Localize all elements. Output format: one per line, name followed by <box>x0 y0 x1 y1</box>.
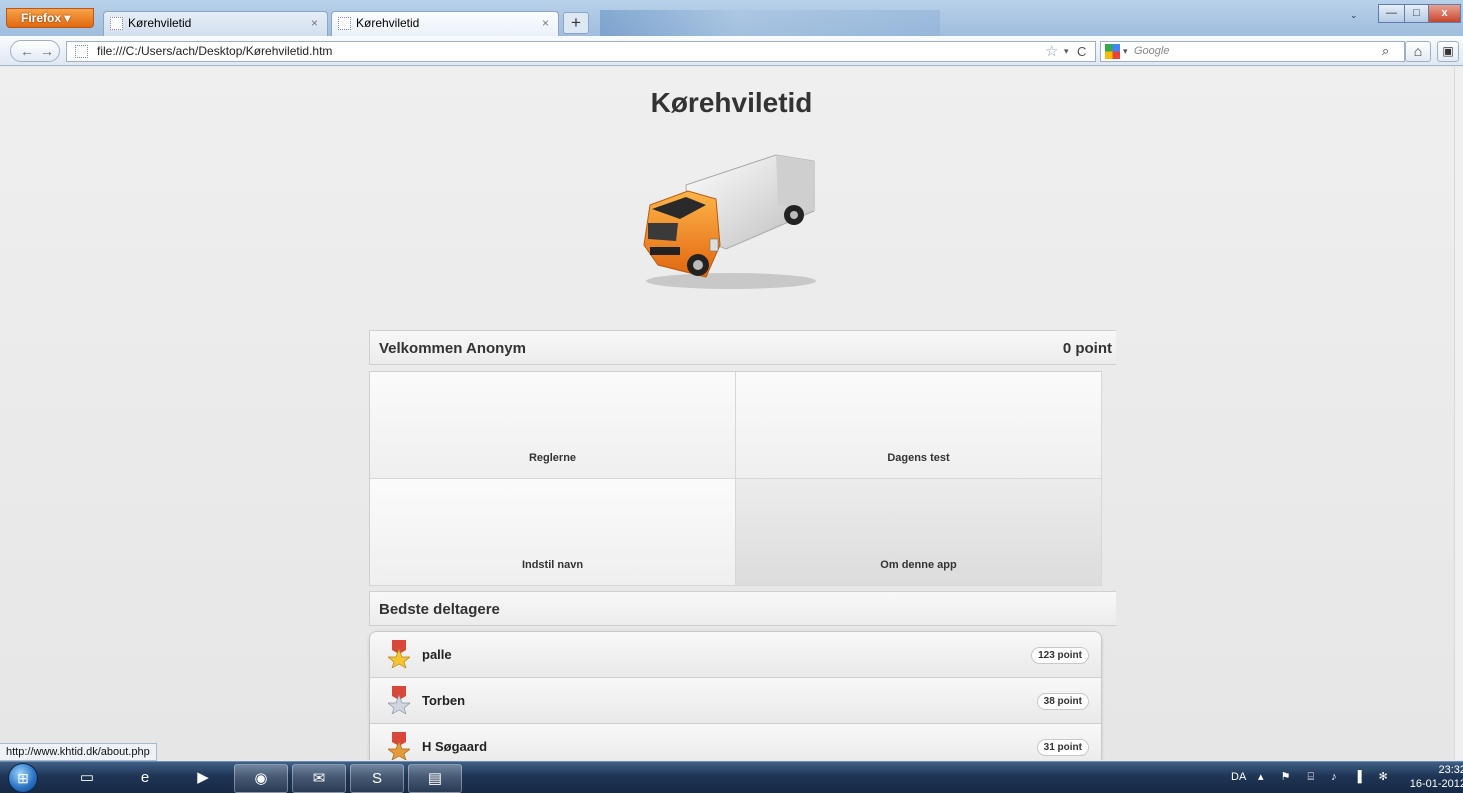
clock-time[interactable]: 23:32 <box>1416 764 1463 776</box>
menu-tile-label: Om denne app <box>880 559 957 571</box>
maximize-button[interactable]: □ <box>1404 4 1429 23</box>
skype-icon[interactable]: S <box>350 764 404 793</box>
leaderboard-list: palle 123 point Torben 38 point H Søgaar… <box>369 631 1102 760</box>
close-window-button[interactable]: x <box>1428 4 1461 23</box>
url-text: file:///C:/Users/ach/Desktop/Kørehvileti… <box>97 44 333 58</box>
participant-name: H Søgaard <box>422 739 488 754</box>
back-forward-button[interactable]: ←→ <box>10 40 60 62</box>
minimize-button[interactable]: — <box>1378 4 1405 23</box>
participant-name: palle <box>422 647 452 662</box>
page-viewport: Kørehviletid Velkommen Anonym 0 point Re… <box>0 67 1463 760</box>
best-participants-header: Bedste deltagere <box>369 591 1116 626</box>
tray-icons[interactable]: ▴ ⚑ ⌸ ♪ ▐ ✻ <box>1258 770 1395 784</box>
internet-explorer-icon[interactable]: e <box>118 764 172 793</box>
start-button[interactable]: ⊞ <box>8 763 38 793</box>
new-tab-button[interactable]: + <box>563 12 589 34</box>
site-identity-icon[interactable] <box>75 45 88 58</box>
search-engine-dropdown-icon[interactable]: ▾ <box>1123 42 1128 61</box>
tab-list-icon[interactable]: ⌄ <box>1350 10 1358 21</box>
menu-tile-label: Reglerne <box>528 452 577 464</box>
url-bar[interactable]: file:///C:/Users/ach/Desktop/Kørehvileti… <box>66 41 1096 62</box>
firefox-menu-button[interactable]: Firefox ▾ <box>6 8 94 28</box>
page-title: Kørehviletid <box>650 87 813 118</box>
star-medal-icon <box>388 686 410 714</box>
presentation-app-icon[interactable]: ▤ <box>408 764 462 793</box>
browser-tab-active[interactable]: Kørehviletid × <box>331 11 559 36</box>
leaderboard-row[interactable]: H Søgaard 31 point <box>370 724 1101 760</box>
vertical-scrollbar[interactable] <box>1454 67 1463 760</box>
navigation-toolbar: ←→ file:///C:/Users/ach/Desktop/Kørehvil… <box>0 36 1463 66</box>
browser-tab[interactable]: Kørehviletid × <box>103 11 328 36</box>
clock-date[interactable]: 16-01-2012 <box>1398 778 1463 790</box>
leaderboard-row[interactable]: Torben 38 point <box>370 678 1101 724</box>
page-icon <box>338 17 351 30</box>
language-indicator[interactable]: DA <box>1231 771 1246 783</box>
bookmark-star-icon[interactable]: ☆ <box>1045 42 1058 61</box>
search-icon[interactable]: ⌕ <box>1382 43 1389 59</box>
reload-icon[interactable]: C <box>1077 42 1086 61</box>
windows-taskbar: ⊞ ▭ e ▶ ◉ ✉ S ▤ DA ▴ ⚑ ⌸ ♪ ▐ ✻ 23:32 16-… <box>0 761 1463 793</box>
menu-tile-about[interactable]: Om denne app <box>736 479 1102 586</box>
tab-title: Kørehviletid <box>356 16 420 30</box>
menu-tile-label: Dagens test <box>887 452 950 464</box>
welcome-bar: Velkommen Anonym 0 point <box>369 330 1116 365</box>
participant-name: Torben <box>422 693 466 708</box>
status-bar-link: http://www.khtid.dk/about.php <box>0 743 157 761</box>
tab-title: Kørehviletid <box>128 16 192 30</box>
section-title: Bedste deltagere <box>379 601 500 618</box>
search-placeholder: Google <box>1134 45 1170 57</box>
google-icon[interactable] <box>1105 44 1120 59</box>
search-input[interactable]: ▾ Google <box>1100 41 1405 62</box>
media-player-icon[interactable]: ▶ <box>176 764 230 793</box>
close-tab-icon[interactable]: × <box>542 12 549 35</box>
browser-titlebar: Firefox ▾ Kørehviletid × Kørehviletid × … <box>0 0 1463 36</box>
close-tab-icon[interactable]: × <box>311 12 318 35</box>
file-explorer-icon[interactable]: ▭ <box>60 764 114 793</box>
outlook-icon[interactable]: ✉ <box>292 764 346 793</box>
menu-tile-daily-test[interactable]: Dagens test <box>736 372 1102 479</box>
participant-points-badge: 123 point <box>1031 647 1089 664</box>
url-history-dropdown-icon[interactable]: ▾ <box>1064 42 1069 61</box>
user-points: 0 point <box>1062 340 1112 357</box>
star-medal-icon <box>388 640 410 668</box>
participant-points-badge: 31 point <box>1036 739 1089 756</box>
welcome-text: Velkommen Anonym <box>379 340 526 357</box>
firefox-icon[interactable]: ◉ <box>234 764 288 793</box>
main-menu-grid: Reglerne Dagens test Indstil navn Om den… <box>369 371 1102 586</box>
menu-tile-set-name[interactable]: Indstil navn <box>370 479 736 586</box>
home-button[interactable]: ⌂ <box>1405 41 1431 62</box>
truck-logo <box>643 154 816 289</box>
addon-icon[interactable]: ▣ <box>1437 41 1459 62</box>
leaderboard-row[interactable]: palle 123 point <box>370 632 1101 678</box>
window-thumbnail <box>600 10 940 36</box>
participant-points-badge: 38 point <box>1036 693 1089 710</box>
page-icon <box>110 17 123 30</box>
menu-tile-rules[interactable]: Reglerne <box>370 372 736 479</box>
star-medal-icon <box>388 732 410 760</box>
menu-tile-label: Indstil navn <box>521 559 584 571</box>
